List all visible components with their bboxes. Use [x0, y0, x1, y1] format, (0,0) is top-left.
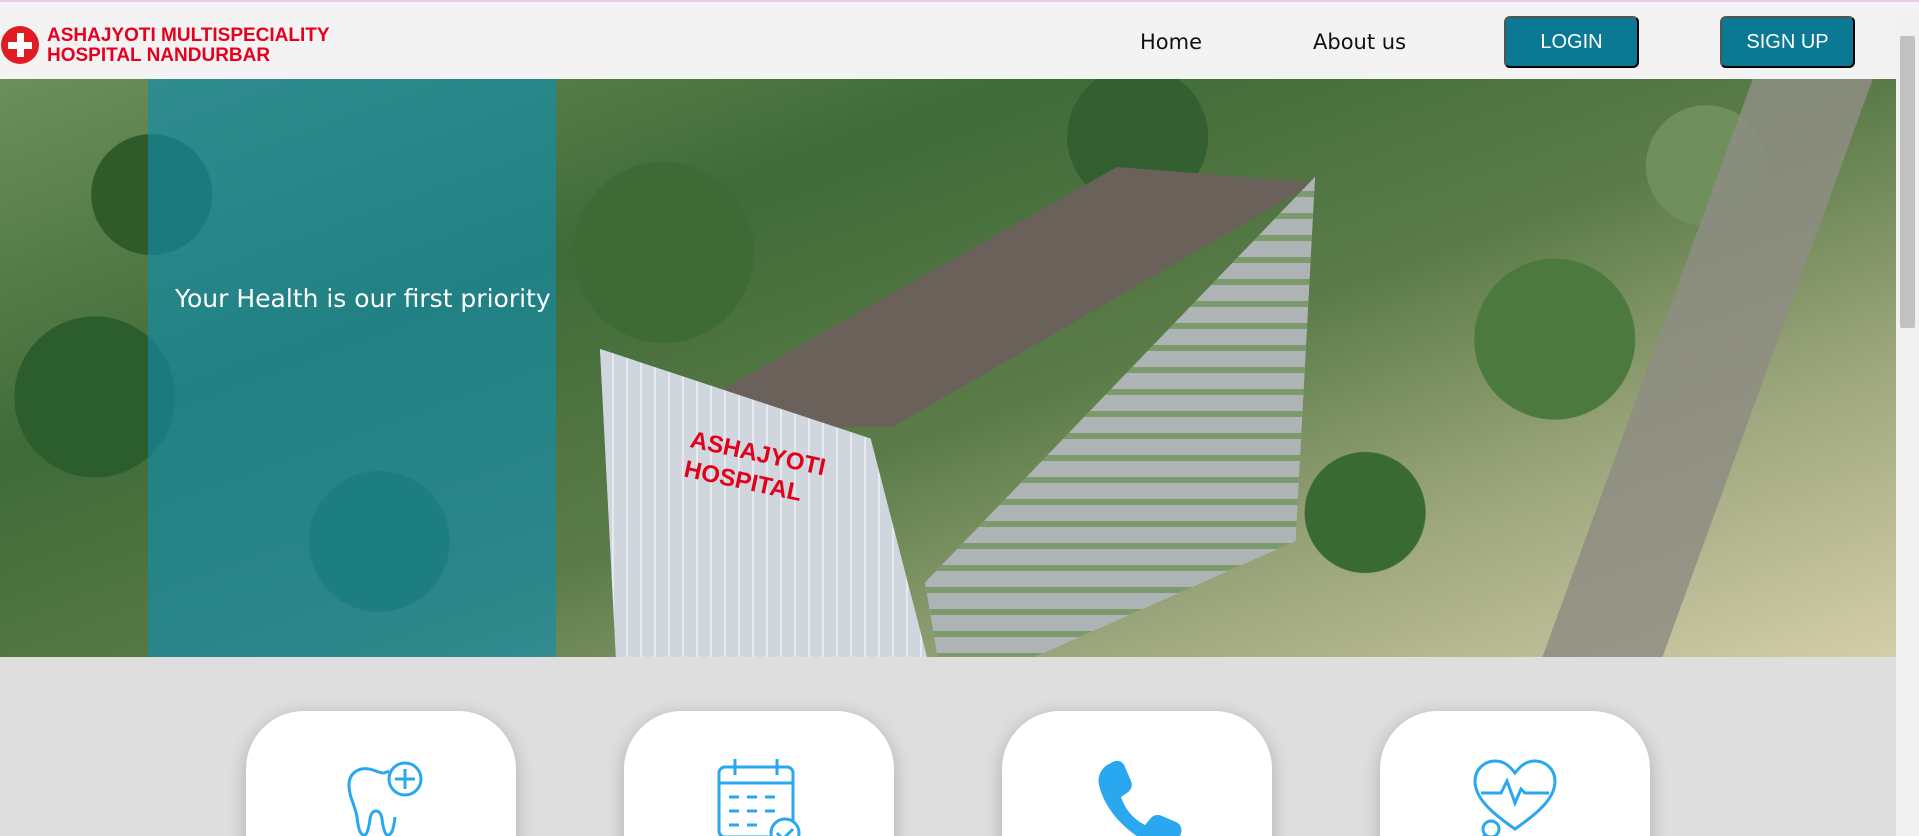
brand-line-2: HOSPITAL NANDURBAR: [47, 45, 271, 66]
dental-care-icon: [347, 761, 423, 836]
service-card-appointment[interactable]: [624, 711, 894, 836]
nav-home-link[interactable]: Home: [1140, 30, 1202, 54]
site-header: ASHAJYOTI MULTISPECIALITY HOSPITAL NANDU…: [0, 10, 1896, 79]
login-button[interactable]: LOGIN: [1504, 16, 1639, 68]
scrollbar-thumb[interactable]: [1900, 36, 1915, 328]
phone-icon: [1098, 760, 1182, 836]
brand-name[interactable]: ASHAJYOTI MULTISPECIALITY HOSPITAL NANDU…: [47, 26, 330, 66]
brand-line-1: ASHAJYOTI MULTISPECIALITY: [47, 25, 330, 46]
browser-top-edge: [0, 0, 1919, 10]
hero-tagline: Your Health is our first priority: [175, 284, 551, 313]
service-card-call[interactable]: [1002, 711, 1272, 836]
service-card-dental[interactable]: [246, 711, 516, 836]
red-cross-icon[interactable]: [1, 26, 39, 64]
signup-button[interactable]: SIGN UP: [1720, 16, 1855, 68]
hero-banner: ASHAJYOTI HOSPITAL Your Health is our fi…: [0, 79, 1896, 657]
calendar-appointment-icon: [717, 759, 801, 836]
nav-about-link[interactable]: About us: [1313, 30, 1406, 54]
heart-checkup-icon: [1473, 759, 1557, 836]
hero-overlay-panel: [148, 79, 556, 657]
page-scrollbar[interactable]: [1896, 10, 1919, 836]
service-card-checkup[interactable]: [1380, 711, 1650, 836]
